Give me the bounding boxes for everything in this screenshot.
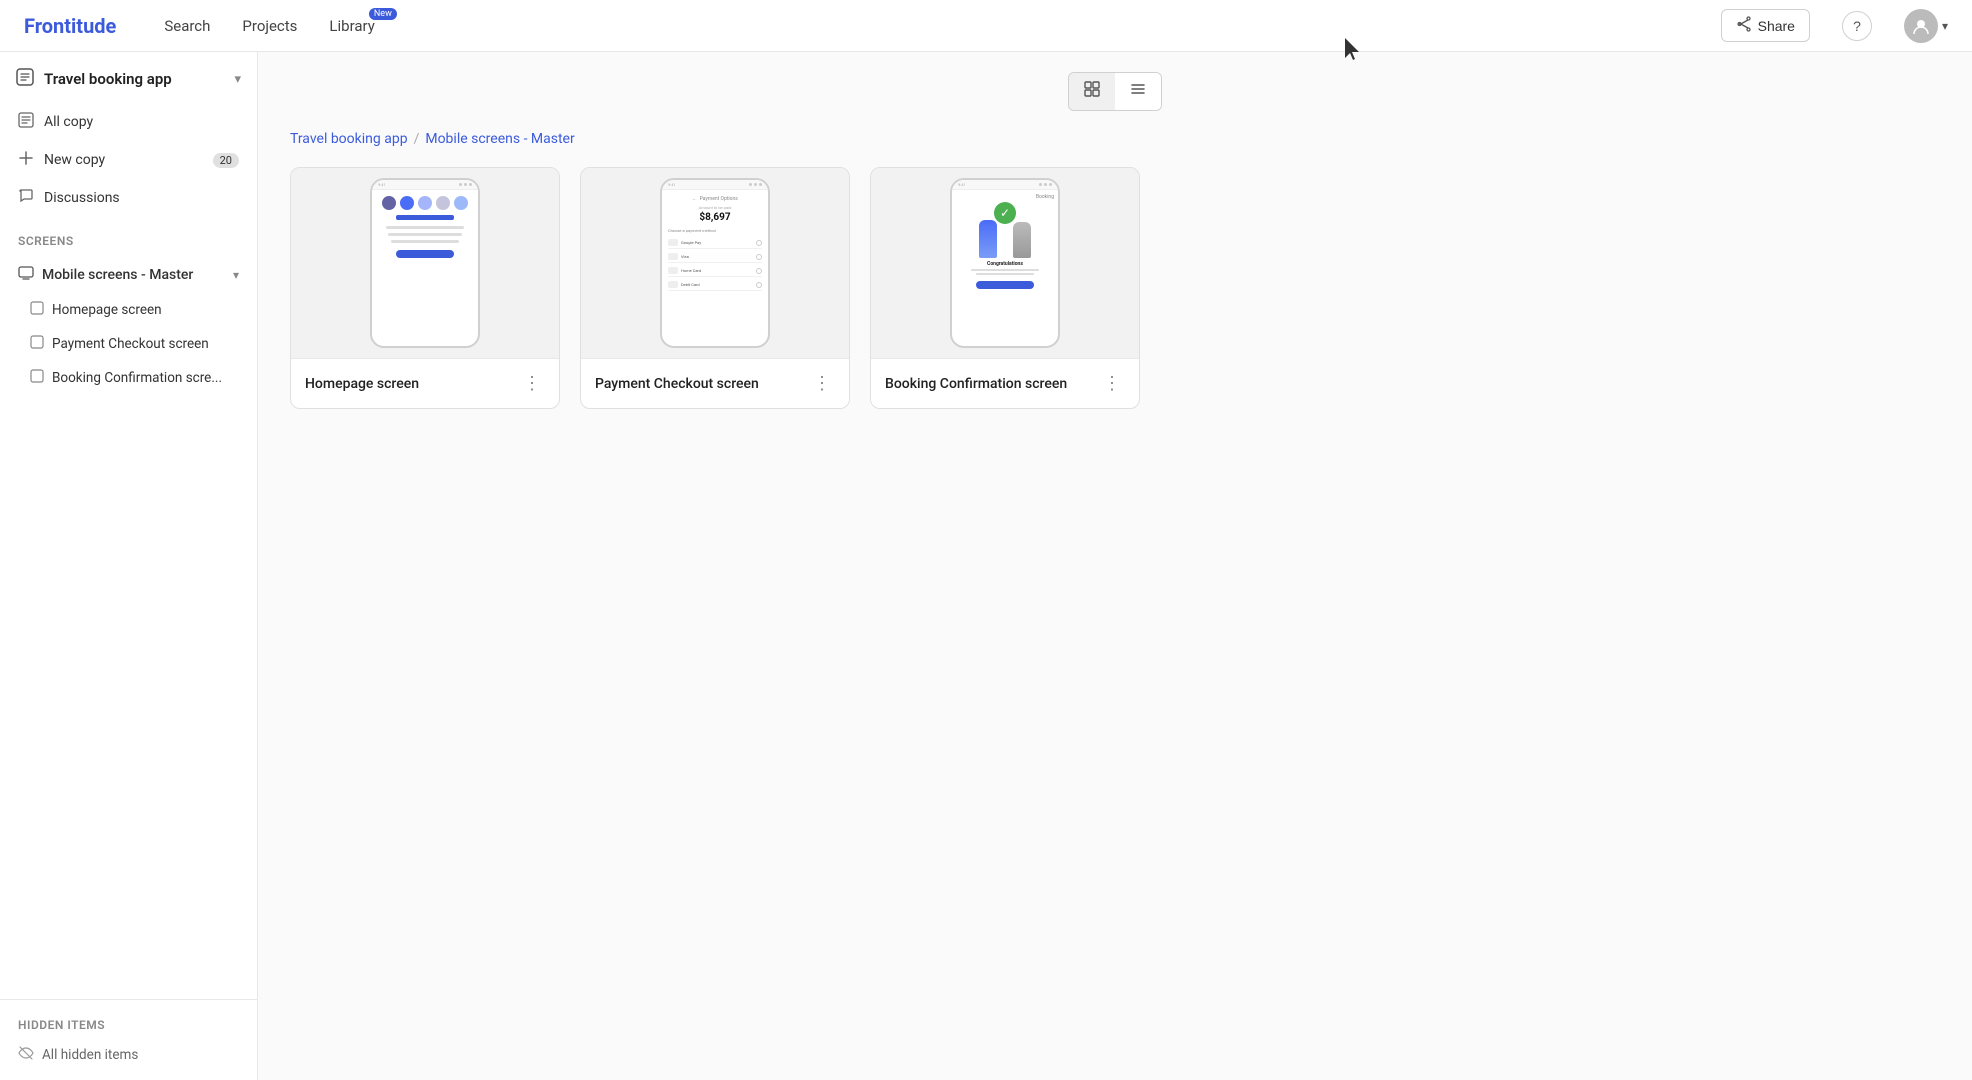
- sidebar-project-chevron-icon: ▾: [234, 72, 241, 87]
- card-footer-booking: Booking Confirmation screen ⋮: [871, 358, 1139, 408]
- list-view-button[interactable]: [1115, 73, 1161, 110]
- hidden-items-icon: [18, 1045, 34, 1065]
- sidebar-item-discussions[interactable]: Discussions: [8, 180, 249, 216]
- sidebar-hidden-section: Hidden items All hidden items: [0, 999, 257, 1080]
- hidden-items-label: All hidden items: [42, 1047, 138, 1063]
- card-booking-screen[interactable]: 9:41 Booking: [870, 167, 1140, 409]
- view-toolbar: [290, 72, 1940, 111]
- card-preview-booking: 9:41 Booking: [871, 168, 1139, 358]
- library-badge: New: [369, 8, 397, 20]
- view-toggle: [1068, 72, 1162, 111]
- screen-group-icon: [18, 265, 34, 285]
- screen-group-chevron-icon: ▾: [233, 268, 239, 282]
- sidebar-item-new-copy-label: New copy: [44, 152, 105, 168]
- sidebar-screen-item-booking-label: Booking Confirmation scre...: [52, 370, 222, 386]
- phone-mockup-booking: 9:41 Booking: [950, 178, 1060, 348]
- card-menu-button-homepage[interactable]: ⋮: [519, 371, 545, 396]
- card-menu-button-booking[interactable]: ⋮: [1099, 371, 1125, 396]
- discussions-icon: [18, 188, 34, 208]
- sidebar-all-hidden-items[interactable]: All hidden items: [8, 1038, 249, 1072]
- list-view-icon: [1129, 80, 1147, 103]
- app-logo: Frontitude: [24, 14, 116, 38]
- nav-projects[interactable]: Projects: [242, 17, 297, 35]
- sidebar-screen-group-header[interactable]: Mobile screens - Master ▾: [8, 258, 249, 292]
- sidebar-item-all-copy[interactable]: All copy: [8, 104, 249, 140]
- all-copy-icon: [18, 112, 34, 132]
- nav-library[interactable]: Library: [329, 17, 374, 35]
- payment-screen-icon: [30, 335, 44, 353]
- sidebar-screen-item-payment[interactable]: Payment Checkout screen: [20, 328, 249, 360]
- breadcrumb-current[interactable]: Mobile screens - Master: [425, 131, 574, 147]
- sidebar-screen-item-payment-label: Payment Checkout screen: [52, 336, 209, 352]
- card-preview-payment: 9:41 ← Payment Options Amount to be paid…: [581, 168, 849, 358]
- sidebar-nav: All copy New copy 20 Discussions: [0, 100, 257, 220]
- avatar[interactable]: [1904, 9, 1938, 43]
- share-label: Share: [1758, 18, 1795, 34]
- card-footer-homepage: Homepage screen ⋮: [291, 358, 559, 408]
- sidebar-project-title: Travel booking app: [44, 70, 224, 88]
- sidebar-screen-item-booking[interactable]: Booking Confirmation scre...: [20, 362, 249, 394]
- breadcrumb: Travel booking app / Mobile screens - Ma…: [290, 131, 1940, 147]
- grid-view-icon: [1083, 80, 1101, 103]
- avatar-wrap[interactable]: ▾: [1904, 9, 1948, 43]
- booking-screen-icon: [30, 369, 44, 387]
- homepage-screen-icon: [30, 301, 44, 319]
- sidebar-project-header[interactable]: Travel booking app ▾: [0, 52, 257, 100]
- avatar-chevron-icon: ▾: [1942, 19, 1948, 33]
- hidden-section-title: Hidden items: [8, 1012, 249, 1038]
- card-label-payment: Payment Checkout screen: [595, 376, 759, 392]
- help-icon: ?: [1853, 18, 1861, 34]
- phone-mockup-payment: 9:41 ← Payment Options Amount to be paid…: [660, 178, 770, 348]
- cards-grid: 9:41: [290, 167, 1940, 409]
- sidebar-item-discussions-label: Discussions: [44, 190, 120, 206]
- main-layout: Travel booking app ▾ All copy New copy 2…: [0, 52, 1972, 1080]
- top-nav: Frontitude Search Projects Library New S…: [0, 0, 1972, 52]
- card-label-homepage: Homepage screen: [305, 376, 419, 392]
- sidebar: Travel booking app ▾ All copy New copy 2…: [0, 52, 258, 1080]
- grid-view-button[interactable]: [1069, 73, 1115, 110]
- content-area: Travel booking app / Mobile screens - Ma…: [258, 52, 1972, 1080]
- sidebar-screen-item-homepage-label: Homepage screen: [52, 302, 162, 318]
- new-copy-badge: 20: [213, 153, 239, 168]
- help-button[interactable]: ?: [1842, 11, 1872, 41]
- card-footer-payment: Payment Checkout screen ⋮: [581, 358, 849, 408]
- breadcrumb-separator: /: [414, 131, 420, 147]
- card-label-booking: Booking Confirmation screen: [885, 376, 1067, 392]
- sidebar-screen-group: Mobile screens - Master ▾ Homepage scree…: [0, 254, 257, 398]
- phone-mockup-homepage: 9:41: [370, 178, 480, 348]
- sidebar-screen-items: Homepage screen Payment Checkout screen …: [8, 294, 249, 394]
- nav-search[interactable]: Search: [164, 17, 210, 35]
- project-icon: [16, 68, 34, 90]
- card-menu-button-payment[interactable]: ⋮: [809, 371, 835, 396]
- screens-section-title: Screens: [0, 220, 257, 254]
- breadcrumb-project[interactable]: Travel booking app: [290, 131, 408, 147]
- share-icon: [1736, 16, 1752, 35]
- card-homepage-screen[interactable]: 9:41: [290, 167, 560, 409]
- share-button[interactable]: Share: [1721, 9, 1810, 42]
- sidebar-item-new-copy[interactable]: New copy 20: [8, 142, 249, 178]
- screen-group-label: Mobile screens - Master: [42, 267, 193, 283]
- card-preview-homepage: 9:41: [291, 168, 559, 358]
- sidebar-screen-item-homepage[interactable]: Homepage screen: [20, 294, 249, 326]
- new-copy-icon: [18, 150, 34, 170]
- sidebar-item-all-copy-label: All copy: [44, 114, 93, 130]
- card-payment-screen[interactable]: 9:41 ← Payment Options Amount to be paid…: [580, 167, 850, 409]
- nav-library-wrap: Library New: [329, 16, 374, 35]
